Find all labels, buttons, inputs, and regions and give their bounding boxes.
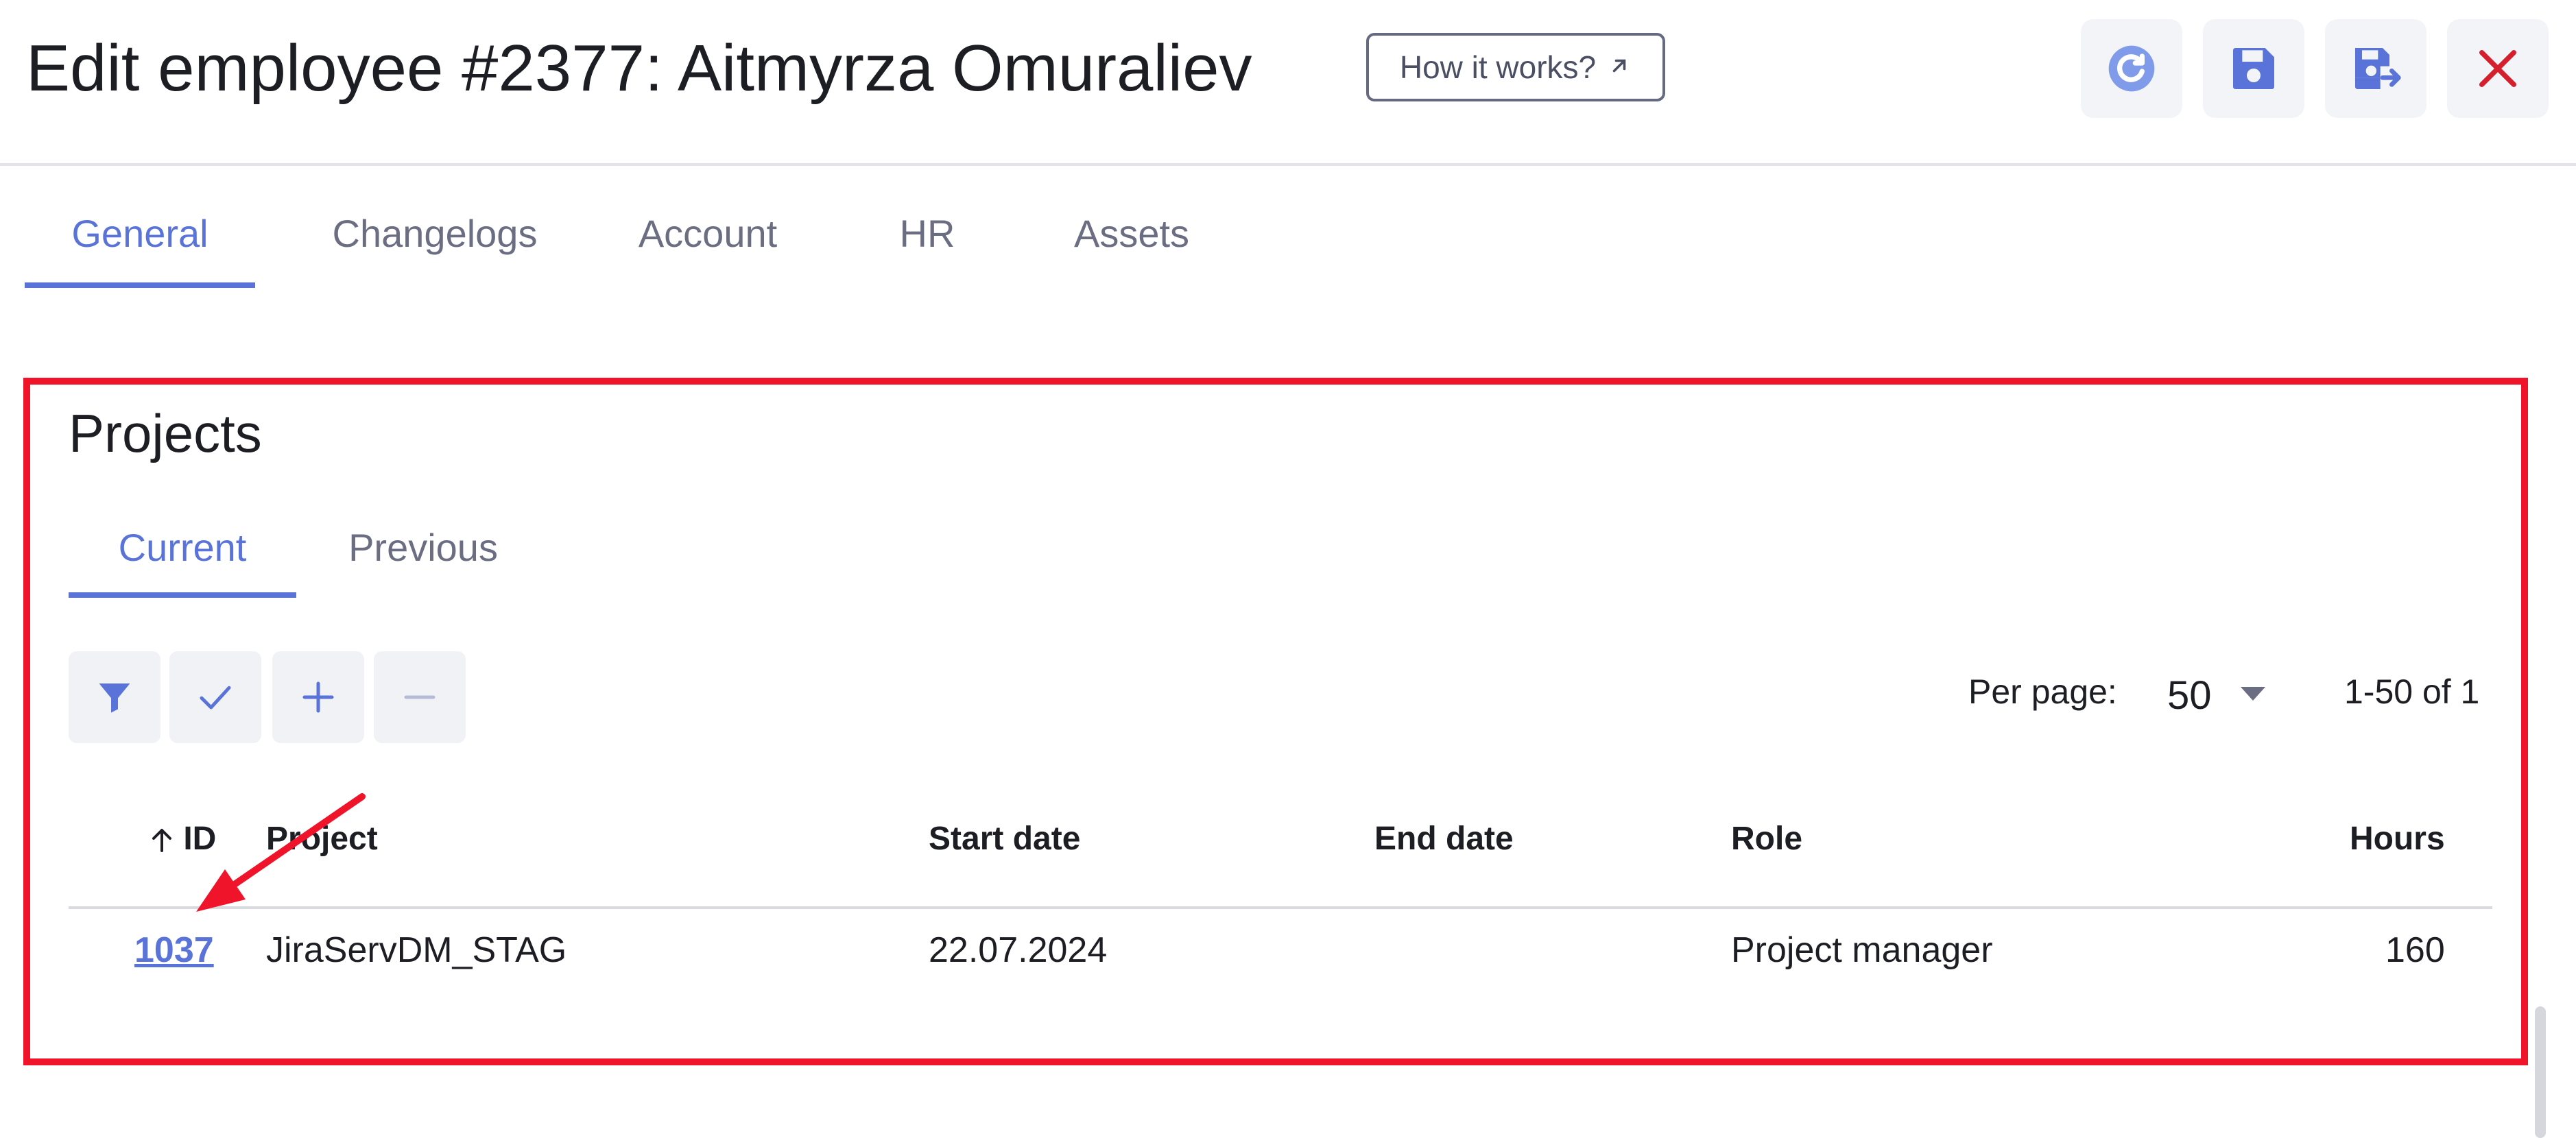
sort-ascending-icon <box>150 821 183 857</box>
tab-current[interactable]: Current <box>69 521 296 598</box>
save-icon <box>2233 48 2274 89</box>
table-header-divider <box>69 906 2492 909</box>
external-link-icon <box>1607 49 1632 86</box>
filter-button[interactable] <box>69 651 160 743</box>
save-and-exit-button[interactable] <box>2325 19 2426 118</box>
per-page-label: Per page: <box>1968 673 2117 711</box>
column-start-date[interactable]: Start date <box>929 820 1080 858</box>
close-button[interactable] <box>2447 19 2549 118</box>
page-title: Edit employee #2377: Aitmyrza Omuraliev <box>26 32 1252 105</box>
select-button[interactable] <box>169 651 261 743</box>
projects-title: Projects <box>69 403 262 463</box>
project-start-date: 22.07.2024 <box>929 930 1108 970</box>
per-page-value: 50 <box>2167 673 2212 718</box>
page-header: Edit employee #2377: Aitmyrza Omuraliev … <box>0 0 2576 166</box>
filter-icon <box>99 683 130 713</box>
tab-account[interactable]: Account <box>605 199 811 288</box>
column-role[interactable]: Role <box>1731 820 1802 858</box>
save-button[interactable] <box>2203 19 2304 118</box>
column-hours[interactable]: Hours <box>2350 820 2445 858</box>
add-button[interactable] <box>272 651 364 743</box>
per-page-select[interactable]: 50 <box>2167 661 2291 729</box>
refresh-icon <box>2108 45 2155 92</box>
project-name: JiraServDM_STAG <box>266 930 567 970</box>
close-icon <box>2479 50 2516 88</box>
project-hours: 160 <box>2385 930 2445 970</box>
how-it-works-label: How it works? <box>1399 49 1597 85</box>
tab-assets[interactable]: Assets <box>1022 199 1241 288</box>
project-id-link[interactable]: 1037 <box>134 930 214 971</box>
project-role: Project manager <box>1731 930 1993 970</box>
dropdown-arrow-icon <box>2239 686 2267 705</box>
column-project[interactable]: Project <box>266 820 378 858</box>
plus-icon <box>302 681 334 713</box>
check-icon <box>200 686 231 710</box>
tab-previous[interactable]: Previous <box>324 521 523 598</box>
column-end-date[interactable]: End date <box>1374 820 1514 858</box>
column-id[interactable]: ID <box>150 820 216 858</box>
column-id-label: ID <box>183 821 217 857</box>
save-and-exit-icon <box>2355 48 2401 89</box>
pagination-range: 1-50 of 1 <box>2344 673 2480 711</box>
minus-icon <box>404 695 436 699</box>
how-it-works-button[interactable]: How it works? <box>1366 33 1665 101</box>
tab-hr[interactable]: HR <box>859 199 996 288</box>
tab-changelogs[interactable]: Changelogs <box>292 199 577 288</box>
remove-button[interactable] <box>374 651 466 743</box>
scrollbar[interactable] <box>2535 1006 2546 1138</box>
tab-general[interactable]: General <box>25 199 255 288</box>
refresh-button[interactable] <box>2081 19 2182 118</box>
